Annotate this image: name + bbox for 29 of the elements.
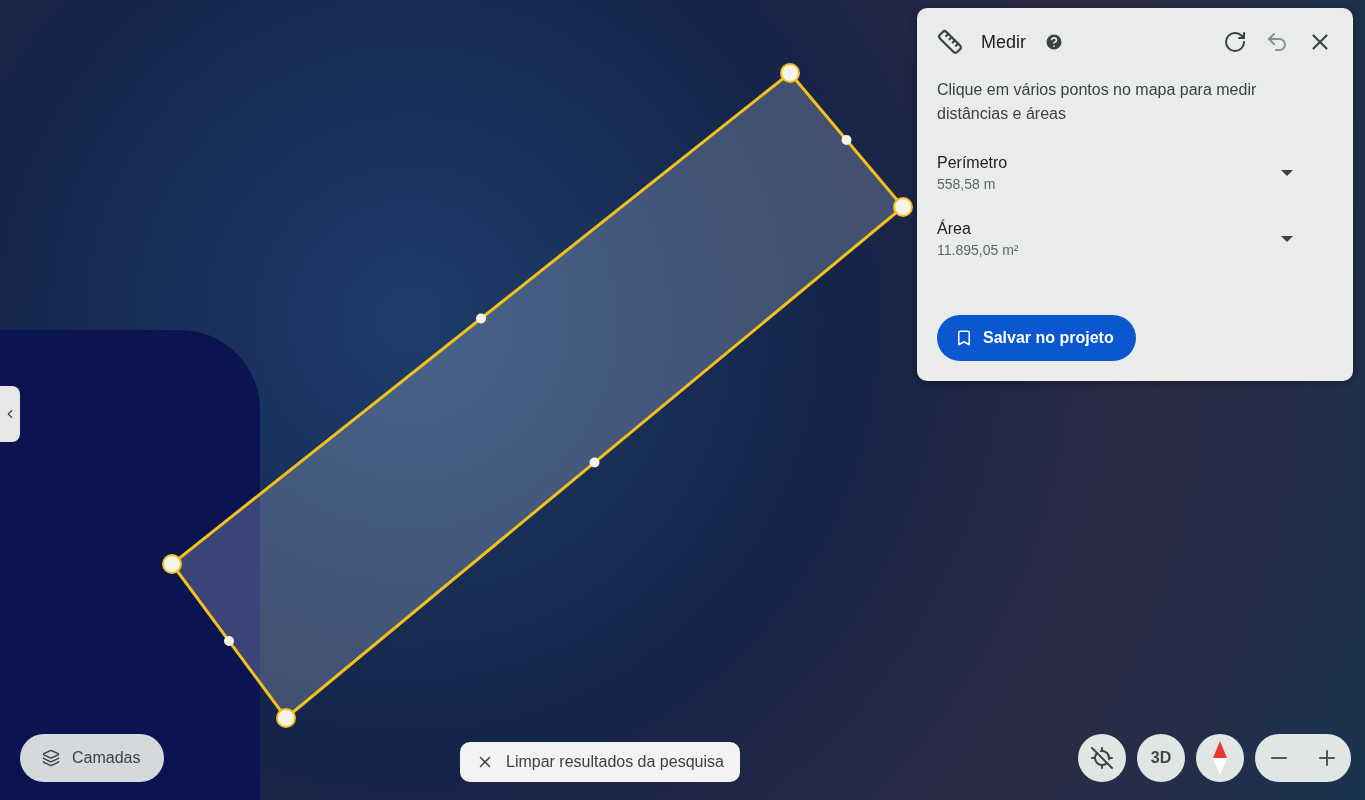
view-3d-button[interactable]: 3D <box>1137 734 1185 782</box>
dropdown-caret-icon[interactable] <box>1281 170 1293 176</box>
undo-icon[interactable] <box>1265 30 1289 54</box>
measurement-value: 558,58 m <box>937 176 997 192</box>
clear-search-button[interactable]: Limpar resultados da pesquisa <box>460 742 740 782</box>
bookmark-icon <box>955 329 973 347</box>
measurement-value: 11.895,05 m² <box>937 242 1020 258</box>
layers-icon <box>42 749 60 767</box>
location-off-icon[interactable] <box>1078 734 1126 782</box>
ruler-icon <box>937 29 963 55</box>
save-button[interactable]: Salvar no projeto <box>937 315 1136 361</box>
redo-icon[interactable] <box>1223 30 1247 54</box>
panel-title: Medir <box>981 31 1026 53</box>
midpoint-handle[interactable] <box>589 457 600 468</box>
dropdown-caret-icon[interactable] <box>1281 236 1293 242</box>
instruction-text: Clique em vários pontos no mapa para medir distâncias e áreas <box>937 80 1258 124</box>
help-icon[interactable] <box>1044 32 1064 52</box>
midpoint-handle[interactable] <box>841 135 852 145</box>
measurement-label: Perímetro <box>937 154 1009 172</box>
collapse-handle[interactable] <box>0 386 20 442</box>
layers-button[interactable]: Camadas <box>20 734 165 782</box>
midpoint-handle[interactable] <box>224 636 234 646</box>
vertex-handle[interactable] <box>276 708 296 728</box>
compass-icon[interactable] <box>1196 734 1244 782</box>
satellite-map[interactable]: Medir Clique em vários pontos no mapa para medir distâncias e áreas Perímetro 558,58 m Área 11.895,05 m² Salvar no projeto Camadas Limpar resultados da pesquisa 3D <box>0 0 1365 800</box>
midpoint-handle[interactable] <box>476 313 486 324</box>
vertex-handle[interactable] <box>893 197 913 217</box>
vertex-handle[interactable] <box>780 63 800 83</box>
measurement-label: Área <box>937 220 972 238</box>
